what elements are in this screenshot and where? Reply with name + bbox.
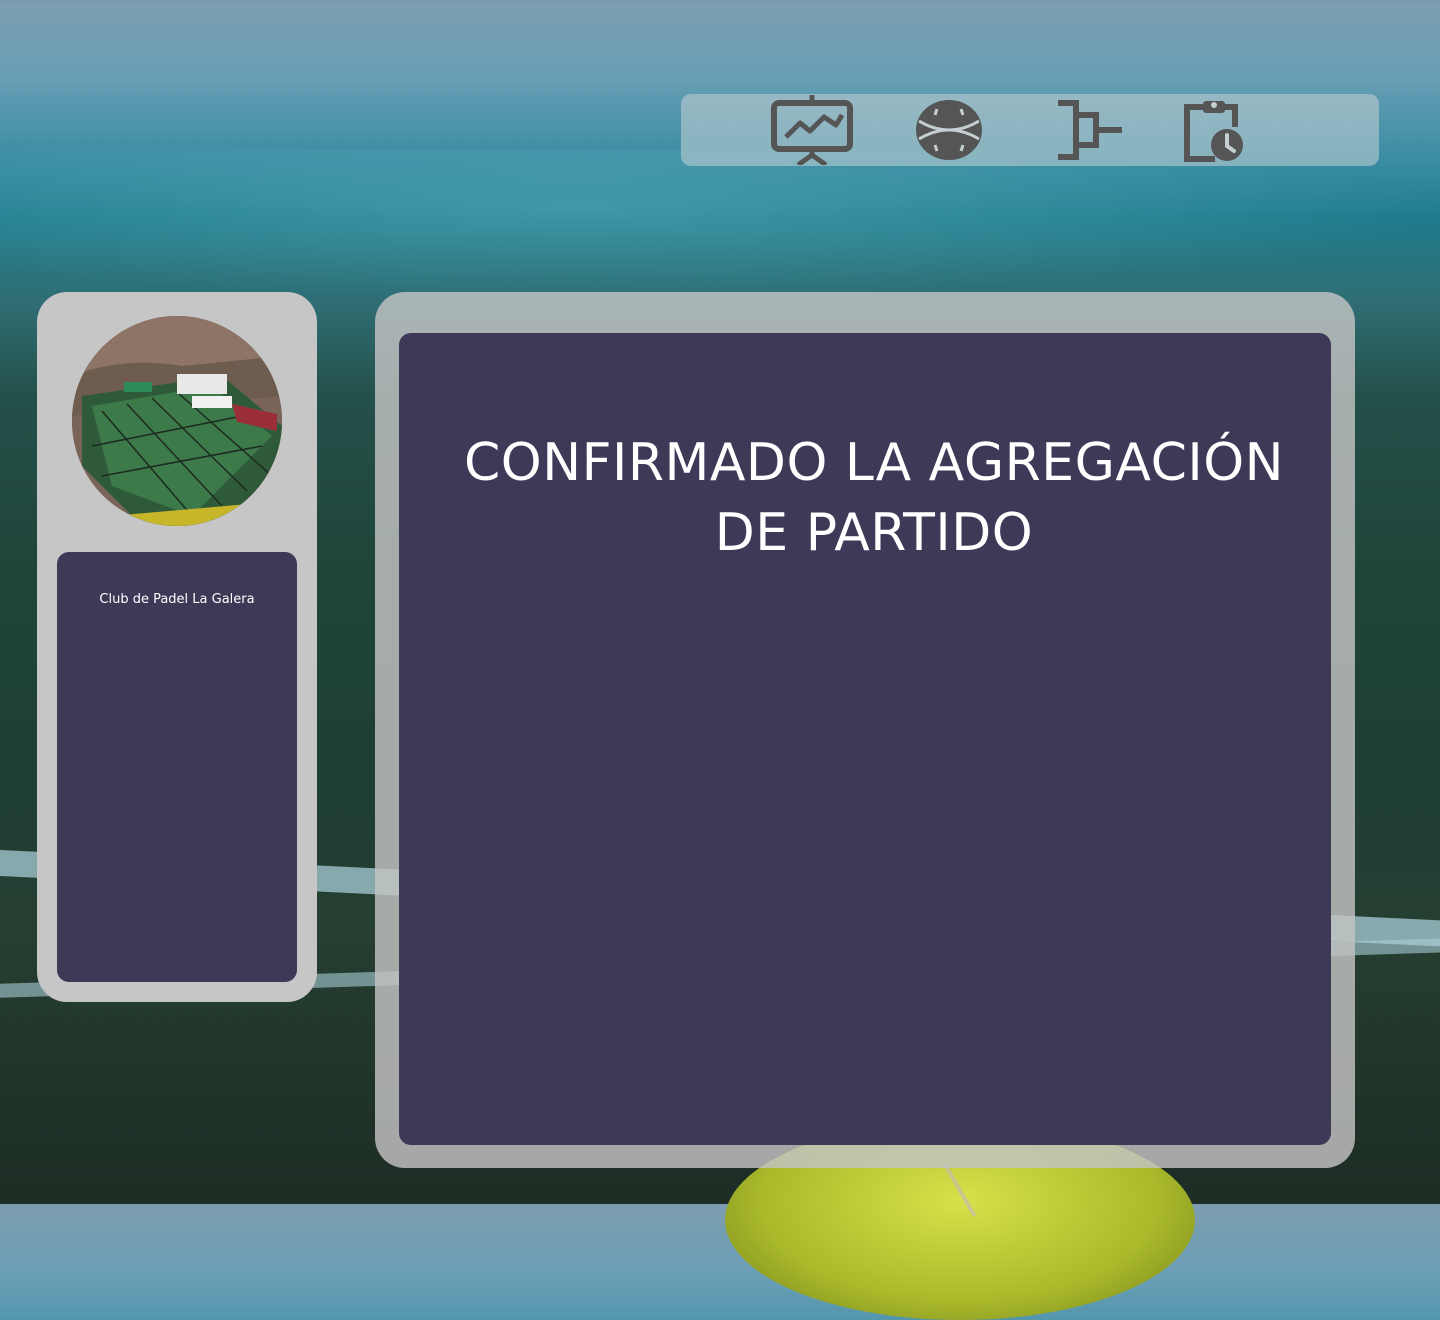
presentation-chart-icon [771,95,853,165]
nav-item-matches[interactable] [913,94,985,166]
ball-icon [916,100,982,160]
background-glow [0,150,1440,300]
nav-item-stats[interactable] [769,94,855,166]
club-photo [72,316,282,526]
nav-item-tournaments[interactable] [1053,94,1125,166]
nav-item-reservations[interactable] [1179,94,1249,166]
top-nav-bar [681,94,1379,166]
club-name: Club de Padel La Galera [99,592,255,607]
club-aerial-photo [72,316,282,526]
club-info-panel: Club de Padel La Galera [57,552,297,982]
tournament-bracket-icon [1058,100,1122,160]
confirmation-panel: CONFIRMADO LA AGREGACIÓN DE PARTIDO [399,333,1331,1145]
confirmation-message: CONFIRMADO LA AGREGACIÓN DE PARTIDO [463,433,1285,563]
clipboard-clock-icon [1184,101,1243,162]
